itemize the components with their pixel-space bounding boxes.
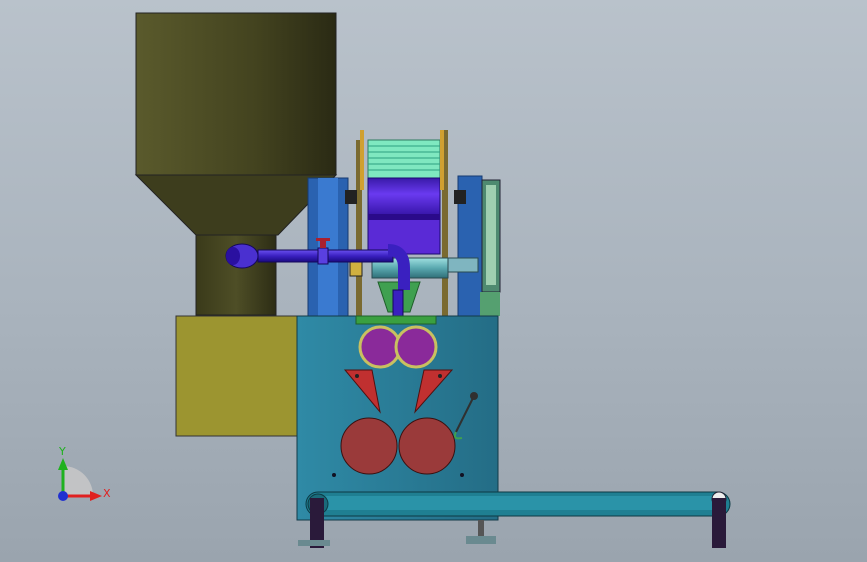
cad-viewport[interactable]: Y X	[0, 0, 867, 562]
y-axis-label: Y	[58, 445, 66, 458]
roller-bracket	[355, 315, 437, 325]
packaging-machine-model: Y X	[58, 12, 731, 548]
film-roll[interactable]	[367, 139, 441, 255]
conveyor-belt[interactable]	[305, 491, 731, 517]
coordinate-triad: Y X	[58, 445, 111, 501]
hopper[interactable]	[134, 12, 338, 236]
motor-box[interactable]	[175, 315, 299, 437]
x-axis-label: X	[103, 487, 111, 500]
z-axis-origin	[58, 491, 68, 501]
side-plate-left	[307, 177, 349, 317]
drive-wheel[interactable]	[480, 179, 501, 316]
